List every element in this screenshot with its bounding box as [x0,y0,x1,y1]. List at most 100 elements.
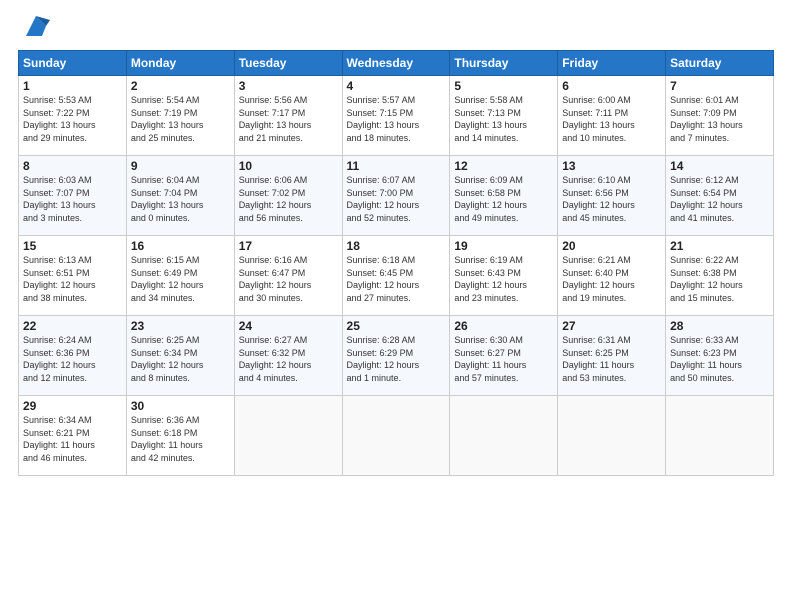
calendar-header-saturday: Saturday [666,51,774,76]
day-number: 4 [347,79,446,93]
day-info: Sunrise: 6:27 AMSunset: 6:32 PMDaylight:… [239,334,338,384]
day-number: 13 [562,159,661,173]
day-info: Sunrise: 6:33 AMSunset: 6:23 PMDaylight:… [670,334,769,384]
day-info: Sunrise: 5:56 AMSunset: 7:17 PMDaylight:… [239,94,338,144]
calendar-cell: 6Sunrise: 6:00 AMSunset: 7:11 PMDaylight… [558,76,666,156]
calendar-header-sunday: Sunday [19,51,127,76]
day-number: 11 [347,159,446,173]
calendar-cell: 22Sunrise: 6:24 AMSunset: 6:36 PMDayligh… [19,316,127,396]
calendar-cell [450,396,558,476]
day-number: 27 [562,319,661,333]
day-info: Sunrise: 5:57 AMSunset: 7:15 PMDaylight:… [347,94,446,144]
calendar-header-monday: Monday [126,51,234,76]
day-number: 1 [23,79,122,93]
calendar-cell [234,396,342,476]
calendar-cell: 19Sunrise: 6:19 AMSunset: 6:43 PMDayligh… [450,236,558,316]
day-info: Sunrise: 6:16 AMSunset: 6:47 PMDaylight:… [239,254,338,304]
calendar-cell: 2Sunrise: 5:54 AMSunset: 7:19 PMDaylight… [126,76,234,156]
calendar-cell: 11Sunrise: 6:07 AMSunset: 7:00 PMDayligh… [342,156,450,236]
calendar-cell: 15Sunrise: 6:13 AMSunset: 6:51 PMDayligh… [19,236,127,316]
day-info: Sunrise: 6:25 AMSunset: 6:34 PMDaylight:… [131,334,230,384]
day-number: 14 [670,159,769,173]
day-number: 18 [347,239,446,253]
day-number: 26 [454,319,553,333]
day-number: 20 [562,239,661,253]
day-number: 29 [23,399,122,413]
day-info: Sunrise: 6:10 AMSunset: 6:56 PMDaylight:… [562,174,661,224]
day-number: 8 [23,159,122,173]
day-info: Sunrise: 6:07 AMSunset: 7:00 PMDaylight:… [347,174,446,224]
calendar-cell: 29Sunrise: 6:34 AMSunset: 6:21 PMDayligh… [19,396,127,476]
calendar-cell: 7Sunrise: 6:01 AMSunset: 7:09 PMDaylight… [666,76,774,156]
logo [18,16,50,40]
calendar-cell: 25Sunrise: 6:28 AMSunset: 6:29 PMDayligh… [342,316,450,396]
day-info: Sunrise: 6:00 AMSunset: 7:11 PMDaylight:… [562,94,661,144]
calendar-cell: 12Sunrise: 6:09 AMSunset: 6:58 PMDayligh… [450,156,558,236]
day-number: 10 [239,159,338,173]
day-number: 16 [131,239,230,253]
day-number: 19 [454,239,553,253]
calendar-cell: 23Sunrise: 6:25 AMSunset: 6:34 PMDayligh… [126,316,234,396]
day-number: 3 [239,79,338,93]
day-number: 7 [670,79,769,93]
calendar-cell: 18Sunrise: 6:18 AMSunset: 6:45 PMDayligh… [342,236,450,316]
logo-icon [22,12,50,40]
calendar-cell: 21Sunrise: 6:22 AMSunset: 6:38 PMDayligh… [666,236,774,316]
calendar-header-wednesday: Wednesday [342,51,450,76]
calendar-header-thursday: Thursday [450,51,558,76]
day-info: Sunrise: 5:58 AMSunset: 7:13 PMDaylight:… [454,94,553,144]
day-number: 30 [131,399,230,413]
calendar-cell [666,396,774,476]
day-info: Sunrise: 6:21 AMSunset: 6:40 PMDaylight:… [562,254,661,304]
calendar-week-2: 8Sunrise: 6:03 AMSunset: 7:07 PMDaylight… [19,156,774,236]
calendar-cell [342,396,450,476]
calendar-header-tuesday: Tuesday [234,51,342,76]
day-info: Sunrise: 6:34 AMSunset: 6:21 PMDaylight:… [23,414,122,464]
day-info: Sunrise: 6:30 AMSunset: 6:27 PMDaylight:… [454,334,553,384]
day-number: 6 [562,79,661,93]
day-number: 24 [239,319,338,333]
day-info: Sunrise: 6:31 AMSunset: 6:25 PMDaylight:… [562,334,661,384]
day-info: Sunrise: 6:04 AMSunset: 7:04 PMDaylight:… [131,174,230,224]
calendar-cell: 27Sunrise: 6:31 AMSunset: 6:25 PMDayligh… [558,316,666,396]
day-info: Sunrise: 6:09 AMSunset: 6:58 PMDaylight:… [454,174,553,224]
day-number: 5 [454,79,553,93]
day-number: 9 [131,159,230,173]
day-number: 22 [23,319,122,333]
day-info: Sunrise: 6:36 AMSunset: 6:18 PMDaylight:… [131,414,230,464]
calendar-cell: 3Sunrise: 5:56 AMSunset: 7:17 PMDaylight… [234,76,342,156]
day-info: Sunrise: 6:12 AMSunset: 6:54 PMDaylight:… [670,174,769,224]
calendar-week-3: 15Sunrise: 6:13 AMSunset: 6:51 PMDayligh… [19,236,774,316]
calendar-week-4: 22Sunrise: 6:24 AMSunset: 6:36 PMDayligh… [19,316,774,396]
calendar-cell: 20Sunrise: 6:21 AMSunset: 6:40 PMDayligh… [558,236,666,316]
day-info: Sunrise: 6:15 AMSunset: 6:49 PMDaylight:… [131,254,230,304]
calendar-cell: 24Sunrise: 6:27 AMSunset: 6:32 PMDayligh… [234,316,342,396]
day-info: Sunrise: 6:19 AMSunset: 6:43 PMDaylight:… [454,254,553,304]
calendar-cell: 4Sunrise: 5:57 AMSunset: 7:15 PMDaylight… [342,76,450,156]
calendar-cell: 8Sunrise: 6:03 AMSunset: 7:07 PMDaylight… [19,156,127,236]
calendar-cell: 1Sunrise: 5:53 AMSunset: 7:22 PMDaylight… [19,76,127,156]
day-number: 12 [454,159,553,173]
day-number: 25 [347,319,446,333]
calendar-cell: 10Sunrise: 6:06 AMSunset: 7:02 PMDayligh… [234,156,342,236]
day-number: 2 [131,79,230,93]
day-info: Sunrise: 6:22 AMSunset: 6:38 PMDaylight:… [670,254,769,304]
calendar-cell: 28Sunrise: 6:33 AMSunset: 6:23 PMDayligh… [666,316,774,396]
calendar-week-5: 29Sunrise: 6:34 AMSunset: 6:21 PMDayligh… [19,396,774,476]
day-info: Sunrise: 6:24 AMSunset: 6:36 PMDaylight:… [23,334,122,384]
calendar-cell: 17Sunrise: 6:16 AMSunset: 6:47 PMDayligh… [234,236,342,316]
calendar-cell: 14Sunrise: 6:12 AMSunset: 6:54 PMDayligh… [666,156,774,236]
calendar-header-row: SundayMondayTuesdayWednesdayThursdayFrid… [19,51,774,76]
calendar-cell: 9Sunrise: 6:04 AMSunset: 7:04 PMDaylight… [126,156,234,236]
day-number: 28 [670,319,769,333]
day-info: Sunrise: 6:18 AMSunset: 6:45 PMDaylight:… [347,254,446,304]
calendar-cell: 16Sunrise: 6:15 AMSunset: 6:49 PMDayligh… [126,236,234,316]
calendar-header-friday: Friday [558,51,666,76]
day-number: 21 [670,239,769,253]
day-info: Sunrise: 5:54 AMSunset: 7:19 PMDaylight:… [131,94,230,144]
calendar-cell: 26Sunrise: 6:30 AMSunset: 6:27 PMDayligh… [450,316,558,396]
calendar-cell [558,396,666,476]
day-number: 15 [23,239,122,253]
day-info: Sunrise: 5:53 AMSunset: 7:22 PMDaylight:… [23,94,122,144]
calendar-cell: 13Sunrise: 6:10 AMSunset: 6:56 PMDayligh… [558,156,666,236]
